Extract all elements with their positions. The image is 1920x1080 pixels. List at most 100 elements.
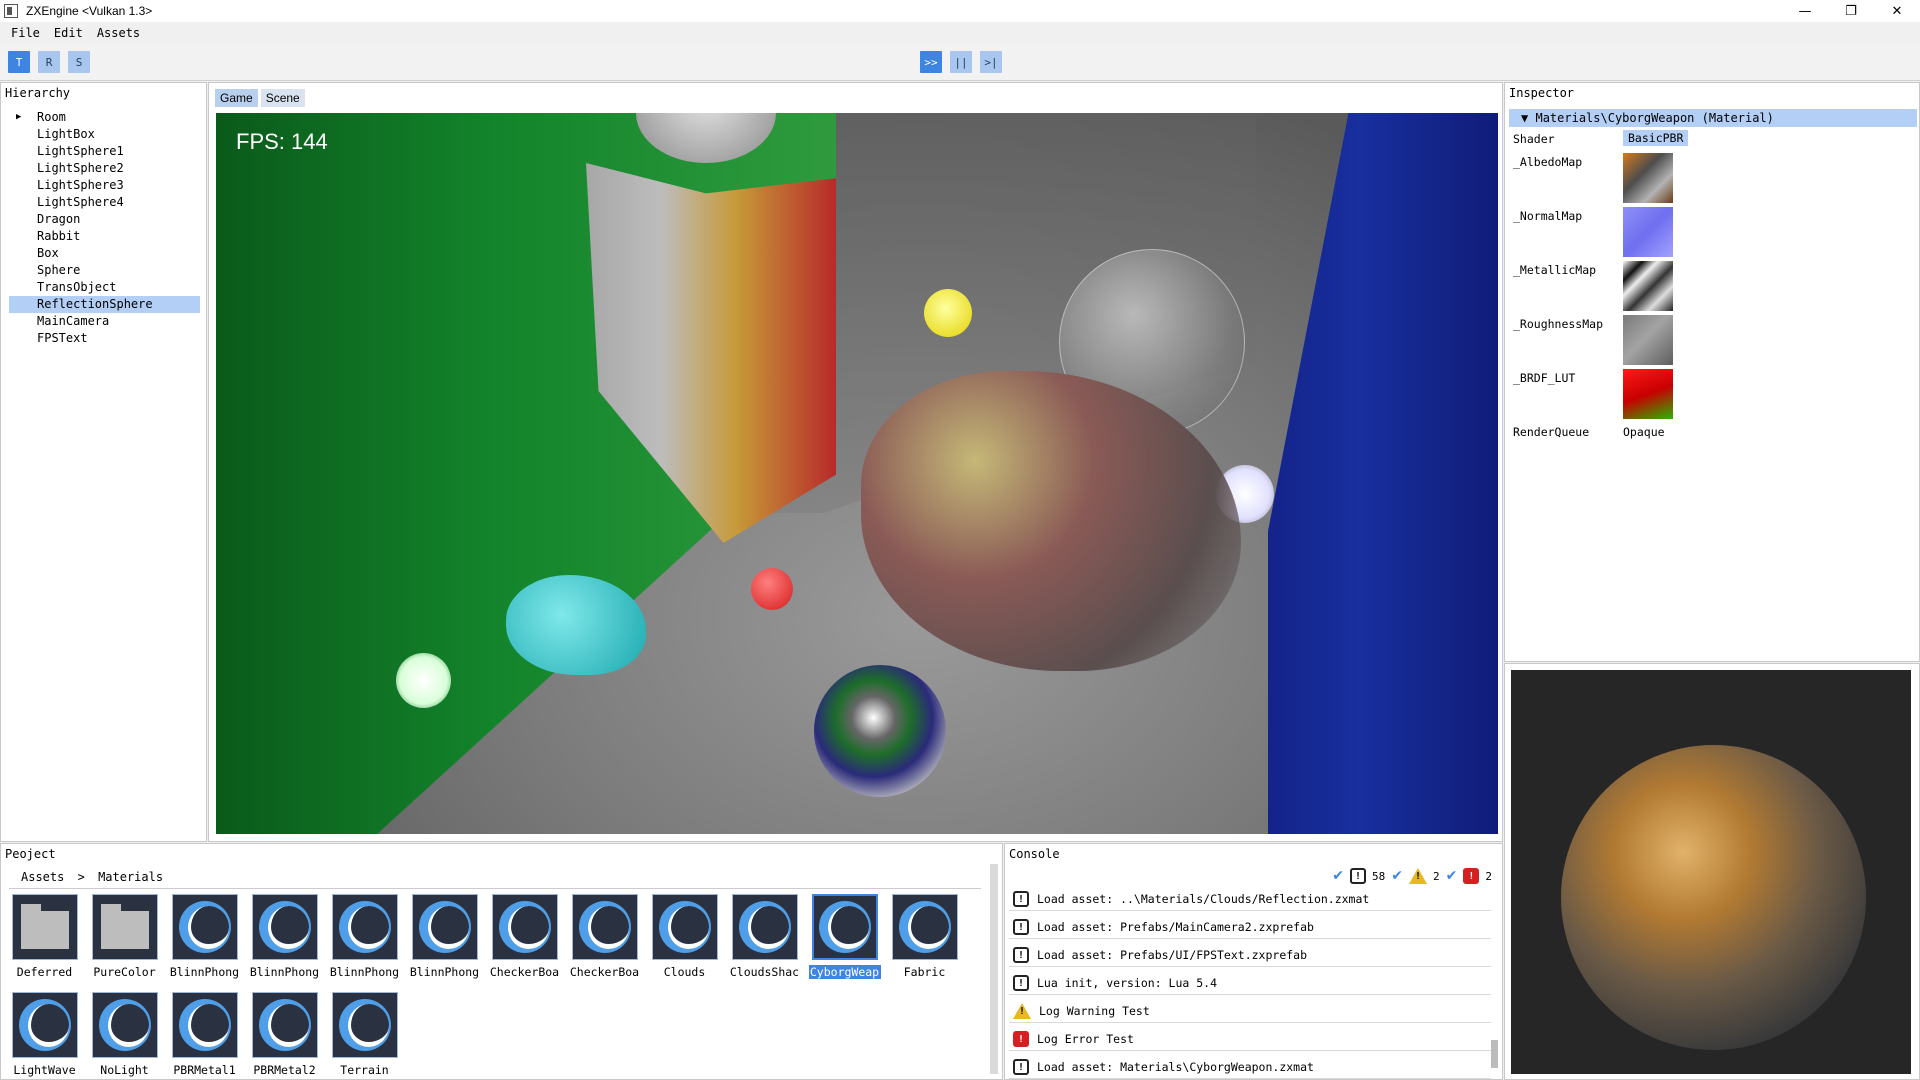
play-button[interactable]: >> xyxy=(920,51,942,73)
tab-scene[interactable]: Scene xyxy=(260,89,305,107)
hierarchy-item[interactable]: LightSphere3 xyxy=(9,177,200,194)
expand-triangle-icon[interactable]: ▶ xyxy=(16,109,21,126)
console-filters: ✔ ! 58 ✔ ! 2 ✔ ! 2 xyxy=(1332,868,1492,884)
white-light-sphere-left xyxy=(396,653,451,708)
asset-item[interactable]: Terrain xyxy=(327,992,402,1077)
hierarchy-item[interactable]: Rabbit xyxy=(9,228,200,245)
albedo-texture-thumb[interactable] xyxy=(1623,153,1673,203)
inspector-panel: Inspector ▼ Materials\CyborgWeapon (Mate… xyxy=(1504,82,1920,662)
asset-item[interactable]: PureColor xyxy=(87,894,162,979)
hierarchy-item[interactable]: Sphere xyxy=(9,262,200,279)
warning-filter-check-icon[interactable]: ✔ xyxy=(1391,868,1403,884)
console-log-row[interactable]: ! Load asset: ..\Materials/Clouds/Reflect… xyxy=(1009,888,1491,911)
console-log-row[interactable]: ! Load asset: Prefabs/MainCamera2.zxprefa… xyxy=(1009,916,1491,939)
asset-name: BlinnPhong xyxy=(409,965,480,979)
console-title: Console xyxy=(1009,847,1060,861)
hierarchy-item[interactable]: Box xyxy=(9,245,200,262)
close-button[interactable]: ✕ xyxy=(1874,0,1920,22)
asset-name: Deferred xyxy=(16,965,73,979)
hierarchy-item[interactable]: LightSphere4 xyxy=(9,194,200,211)
hierarchy-item[interactable]: ▶ Room xyxy=(9,109,200,126)
hierarchy-item-label: MainCamera xyxy=(37,314,110,328)
toolbar: T R S >> || >| xyxy=(0,43,1920,81)
console-log-row[interactable]: ! Load asset: Materials\CyborgWeapon.zxma… xyxy=(1009,1056,1491,1079)
info-icon: ! xyxy=(1013,891,1029,907)
translate-tool-button[interactable]: T xyxy=(8,51,30,73)
hierarchy-item[interactable]: ReflectionSphere xyxy=(9,296,200,313)
breadcrumb-assets[interactable]: Assets xyxy=(21,870,64,884)
info-icon: ! xyxy=(1013,1059,1029,1075)
hierarchy-item[interactable]: TransObject xyxy=(9,279,200,296)
hierarchy-item[interactable]: Dragon xyxy=(9,211,200,228)
menu-assets[interactable]: Assets xyxy=(90,26,147,40)
console-panel: Console ✔ ! 58 ✔ ! 2 ✔ ! 2 ! Load asset: … xyxy=(1004,843,1503,1080)
material-header[interactable]: ▼ Materials\CyborgWeapon (Material) xyxy=(1509,109,1917,127)
hierarchy-item[interactable]: LightBox xyxy=(9,126,200,143)
metallic-texture-thumb[interactable] xyxy=(1623,261,1673,311)
material-icon xyxy=(411,894,478,960)
info-count: 58 xyxy=(1372,869,1386,883)
project-scrollbar[interactable] xyxy=(990,864,998,1074)
asset-item[interactable]: Fabric xyxy=(887,894,962,979)
hierarchy-item[interactable]: FPSText xyxy=(9,330,200,347)
hierarchy-item-label: Sphere xyxy=(37,263,81,277)
hierarchy-item[interactable]: LightSphere1 xyxy=(9,143,200,160)
roughness-texture-thumb[interactable] xyxy=(1623,315,1673,365)
asset-item[interactable]: BlinnPhong xyxy=(247,894,322,979)
console-log-row[interactable]: ! Load asset: Prefabs/UI/FPSText.zxprefab xyxy=(1009,944,1491,967)
pause-button[interactable]: || xyxy=(950,51,972,73)
asset-item[interactable]: Deferred xyxy=(7,894,82,979)
asset-item[interactable]: CheckerBoa xyxy=(487,894,562,979)
menu-edit[interactable]: Edit xyxy=(47,26,90,40)
breadcrumb-materials[interactable]: Materials xyxy=(98,870,163,884)
console-log-row[interactable]: ! Lua init, version: Lua 5.4 xyxy=(1009,972,1491,995)
menu-file[interactable]: File xyxy=(4,26,47,40)
error-icon: ! xyxy=(1013,1031,1029,1047)
material-icon xyxy=(651,894,718,960)
error-filter-check-icon[interactable]: ✔ xyxy=(1446,868,1458,884)
menu-bar: File Edit Assets xyxy=(0,22,1920,43)
normal-texture-thumb[interactable] xyxy=(1623,207,1673,257)
console-log-row[interactable]: ! Log Warning Test xyxy=(1009,1000,1491,1023)
rotate-tool-button[interactable]: R xyxy=(38,51,60,73)
hierarchy-item[interactable]: MainCamera xyxy=(9,313,200,330)
step-button[interactable]: >| xyxy=(980,51,1002,73)
material-icon xyxy=(571,894,638,960)
asset-item[interactable]: BlinnPhong xyxy=(407,894,482,979)
asset-item[interactable]: Clouds xyxy=(647,894,722,979)
tab-game[interactable]: Game xyxy=(215,89,258,107)
asset-item[interactable]: PBRMetal2 xyxy=(247,992,322,1077)
breadcrumb: Assets > Materials xyxy=(21,870,163,884)
preview-viewport[interactable] xyxy=(1511,670,1911,1074)
restore-button[interactable]: ❐ xyxy=(1828,0,1874,22)
render-queue-value[interactable]: Opaque xyxy=(1623,425,1665,439)
asset-item[interactable]: CloudsShac xyxy=(727,894,802,979)
asset-item[interactable]: BlinnPhong xyxy=(167,894,242,979)
asset-item[interactable]: PBRMetal1 xyxy=(167,992,242,1077)
asset-item[interactable]: CyborgWeap xyxy=(807,894,882,979)
info-filter-check-icon[interactable]: ✔ xyxy=(1332,868,1344,884)
shader-value[interactable]: BasicPBR xyxy=(1623,130,1689,146)
console-scrollbar[interactable] xyxy=(1491,1040,1498,1068)
hierarchy-item-label: LightSphere2 xyxy=(37,161,124,175)
preview-sphere xyxy=(1561,745,1866,1050)
minimize-button[interactable]: — xyxy=(1782,0,1828,22)
scale-tool-button[interactable]: S xyxy=(68,51,90,73)
asset-item[interactable]: CheckerBoa xyxy=(567,894,642,979)
asset-item[interactable]: NoLight xyxy=(87,992,162,1077)
material-icon xyxy=(331,992,398,1058)
asset-item[interactable]: BlinnPhong xyxy=(327,894,402,979)
brdf-texture-thumb[interactable] xyxy=(1623,369,1673,419)
console-log-text: Load asset: Prefabs/MainCamera2.zxprefab xyxy=(1037,920,1314,934)
inspector-title: Inspector xyxy=(1509,86,1575,100)
collapse-triangle-icon[interactable]: ▼ xyxy=(1521,111,1528,125)
hierarchy-item[interactable]: LightSphere2 xyxy=(9,160,200,177)
reflection-sphere[interactable] xyxy=(814,665,946,797)
hierarchy-item-label: LightSphere3 xyxy=(37,178,124,192)
asset-item[interactable]: LightWave xyxy=(7,992,82,1077)
console-log-row[interactable]: ! Log Error Test xyxy=(1009,1028,1491,1051)
game-render-view[interactable]: FPS: 144 xyxy=(216,113,1498,834)
material-icon xyxy=(11,992,78,1058)
asset-name: Fabric xyxy=(903,965,946,979)
asset-name: BlinnPhong xyxy=(329,965,400,979)
